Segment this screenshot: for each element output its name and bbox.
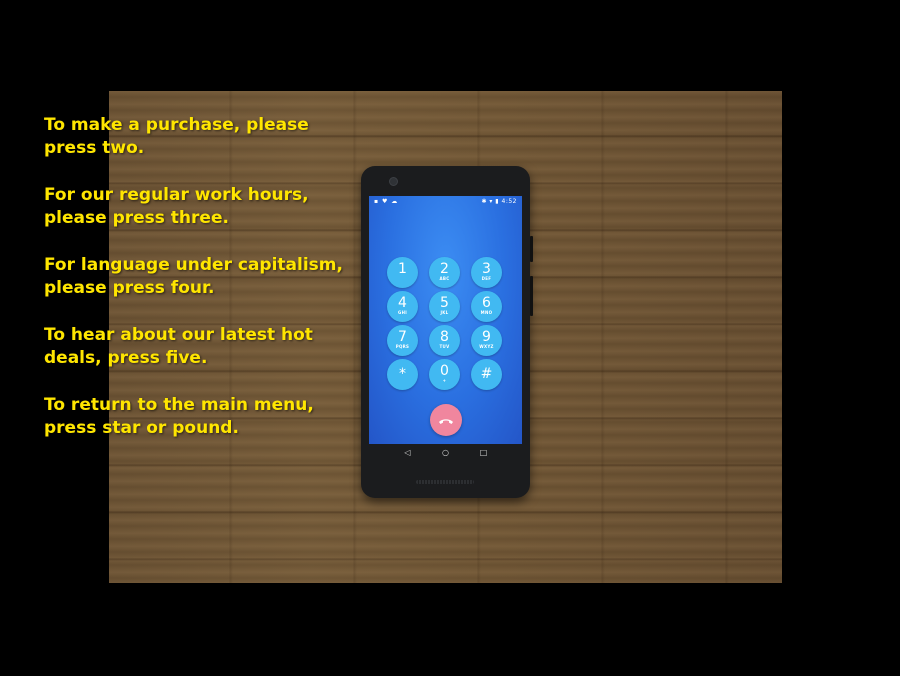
- key-8[interactable]: 8 TUV: [429, 325, 460, 356]
- key-2[interactable]: 2 ABC: [429, 257, 460, 288]
- front-camera: [389, 177, 398, 186]
- caption-gap: [44, 370, 364, 394]
- scene: To make a purchase, please press two. Fo…: [0, 0, 900, 676]
- key-6[interactable]: 6 MNO: [471, 291, 502, 322]
- key-letters: TUV: [439, 344, 450, 349]
- end-call-button[interactable]: [430, 404, 462, 436]
- key-7[interactable]: 7 PQRS: [387, 325, 418, 356]
- key-digit: 8: [440, 329, 449, 345]
- phone-menu-caption: To make a purchase, please press two. Fo…: [44, 114, 364, 440]
- key-letters: GHI: [397, 310, 408, 315]
- key-0[interactable]: 0 +: [429, 359, 460, 390]
- key-digit: #: [480, 366, 493, 382]
- key-4[interactable]: 4 GHI: [387, 291, 418, 322]
- key-letters: DEF: [481, 276, 492, 281]
- speaker-grille: [416, 480, 474, 484]
- volume-button: [530, 276, 533, 316]
- caption-line: To make a purchase, please: [44, 115, 309, 135]
- key-letters: +: [442, 378, 447, 383]
- status-notification-icons: ▪ ♥ ☁: [374, 198, 399, 205]
- caption-line: please press three.: [44, 208, 229, 228]
- key-letters: ABC: [439, 276, 450, 281]
- caption-gap: [44, 160, 364, 184]
- caption-line: press two.: [44, 138, 145, 158]
- smartphone: ▪ ♥ ☁ ✱ ▾ ▮ 4:52 1 2 ABC 3 DEF 4 GHI 5 J…: [361, 166, 533, 498]
- caption-line: To return to the main menu,: [44, 395, 314, 415]
- caption-line: press star or pound.: [44, 418, 239, 438]
- key-digit: 1: [398, 261, 407, 277]
- key-digit: 9: [482, 329, 491, 345]
- key-9[interactable]: 9 WXYZ: [471, 325, 502, 356]
- key-5[interactable]: 5 JKL: [429, 291, 460, 322]
- key-digit: *: [399, 366, 406, 382]
- key-digit: 7: [398, 329, 407, 345]
- status-system-icons: ✱ ▾ ▮ 4:52: [481, 198, 517, 205]
- key-digit: 5: [440, 295, 449, 311]
- caption-gap: [44, 230, 364, 254]
- caption-line: For language under capitalism,: [44, 255, 343, 275]
- navigation-bar: ◁ ○ □: [369, 444, 522, 461]
- caption-gap: [44, 300, 364, 324]
- key-digit: 6: [482, 295, 491, 311]
- back-triangle-icon[interactable]: ◁: [402, 447, 413, 458]
- caption-line: deals, press five.: [44, 348, 208, 368]
- key-pound[interactable]: #: [471, 359, 502, 390]
- caption-line: please press four.: [44, 278, 215, 298]
- caption-line: To hear about our latest hot: [44, 325, 313, 345]
- key-letters: PQRS: [395, 344, 410, 349]
- key-digit: 3: [482, 261, 491, 277]
- key-3[interactable]: 3 DEF: [471, 257, 502, 288]
- home-circle-icon[interactable]: ○: [440, 447, 451, 458]
- key-digit: 2: [440, 261, 449, 277]
- caption-line: For our regular work hours,: [44, 185, 309, 205]
- key-letters: MNO: [480, 310, 493, 315]
- dial-keypad: 1 2 ABC 3 DEF 4 GHI 5 JKL 6 MNO 7 PQRS 8…: [387, 257, 507, 393]
- key-letters: JKL: [440, 310, 449, 315]
- key-1[interactable]: 1: [387, 257, 418, 288]
- power-button: [530, 236, 533, 262]
- key-digit: 4: [398, 295, 407, 311]
- status-bar: ▪ ♥ ☁ ✱ ▾ ▮ 4:52: [369, 196, 522, 208]
- key-digit: 0: [440, 363, 449, 379]
- phone-hangup-icon: [439, 419, 453, 424]
- key-letters: WXYZ: [479, 344, 494, 349]
- phone-screen: ▪ ♥ ☁ ✱ ▾ ▮ 4:52 1 2 ABC 3 DEF 4 GHI 5 J…: [369, 196, 522, 444]
- key-star[interactable]: *: [387, 359, 418, 390]
- recents-square-icon[interactable]: □: [478, 447, 489, 458]
